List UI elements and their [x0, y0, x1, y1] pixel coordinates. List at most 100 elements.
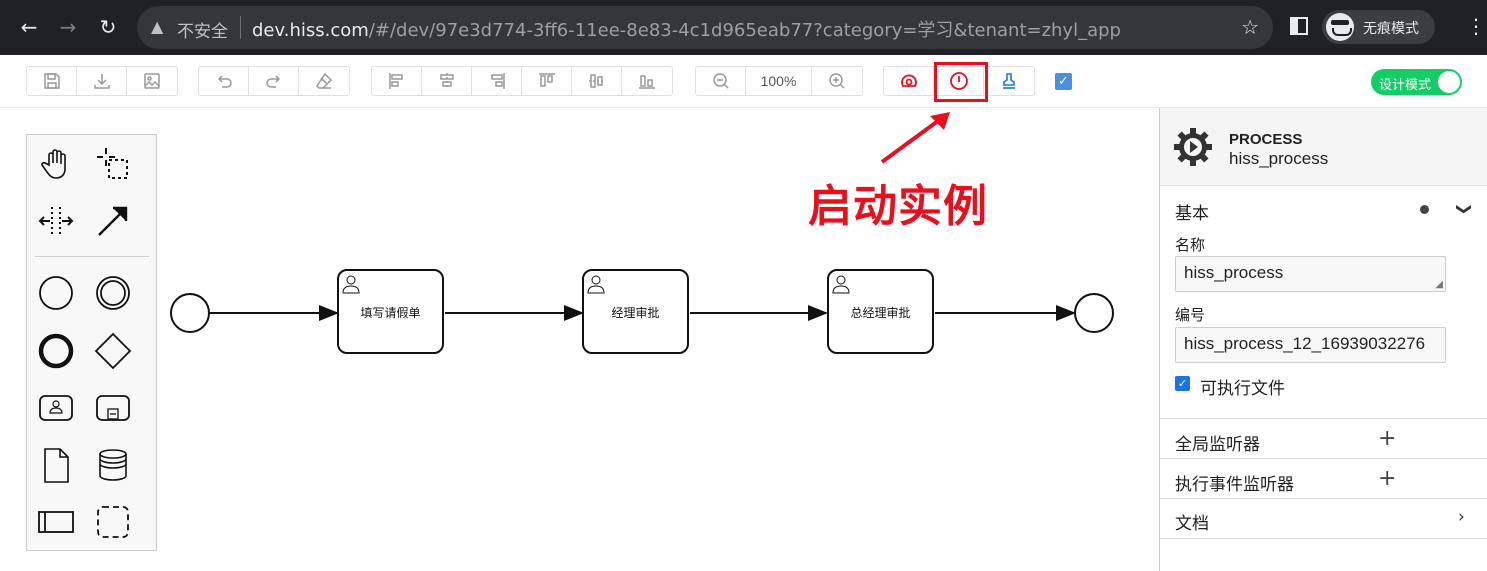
stamp-icon[interactable]: [984, 67, 1034, 95]
divider: [1160, 498, 1487, 499]
user-icon: [832, 275, 850, 294]
resize-handle-icon[interactable]: ◢: [1435, 279, 1443, 290]
align-right-icon[interactable]: [472, 67, 522, 95]
add-exec-listener-icon[interactable]: +: [1378, 466, 1396, 491]
chevron-down-icon[interactable]: ❯: [1455, 203, 1473, 216]
add-global-listener-icon[interactable]: +: [1378, 426, 1396, 451]
incognito-label: 无痕模式: [1363, 20, 1419, 36]
task-label: 经理审批: [611, 306, 660, 320]
annotation-label: 启动实例: [808, 182, 988, 231]
grid-checkbox[interactable]: ✓: [1055, 73, 1072, 90]
incognito-icon: [1326, 13, 1354, 41]
data-store-icon[interactable]: [93, 445, 133, 485]
eraser-icon[interactable]: [299, 67, 349, 95]
start-event[interactable]: [170, 293, 210, 333]
designer-toolbar: 100% ✓ 设计模式: [0, 55, 1487, 108]
end-event-icon[interactable]: [36, 331, 76, 371]
divider: [1160, 458, 1487, 459]
start-instance-highlight: [934, 62, 988, 102]
executable-label: 可执行文件: [1200, 379, 1285, 398]
connect-tool-icon[interactable]: [93, 201, 133, 241]
user-task-icon[interactable]: [36, 388, 76, 428]
image-icon[interactable]: [127, 67, 177, 95]
divider: [1160, 418, 1487, 419]
align-bottom-icon[interactable]: [622, 67, 672, 95]
id-label: 编号: [1175, 307, 1206, 324]
zoom-out-icon[interactable]: [696, 67, 746, 95]
divider: [240, 16, 241, 39]
bookmark-star-icon[interactable]: ☆: [1241, 15, 1259, 39]
divider: [1160, 538, 1487, 539]
file-group: [26, 66, 178, 96]
chevron-right-icon[interactable]: ›: [1458, 507, 1465, 527]
hand-tool-icon[interactable]: [36, 144, 76, 184]
name-value: hiss_process: [1184, 263, 1284, 282]
forward-icon[interactable]: →: [55, 14, 81, 40]
align-middle-icon[interactable]: [572, 67, 622, 95]
user-task[interactable]: 总经理审批: [827, 269, 934, 354]
element-name: hiss_process: [1229, 149, 1329, 168]
gateway-icon[interactable]: [93, 331, 133, 371]
undo-icon[interactable]: [199, 67, 249, 95]
user-icon: [342, 275, 360, 294]
id-field[interactable]: hiss_process_12_16939032276: [1175, 327, 1446, 363]
back-icon[interactable]: ←: [16, 14, 42, 40]
properties-panel: PROCESS hiss_process 基本 ❯ 名称 hiss_proces…: [1159, 108, 1487, 571]
panel-header: PROCESS hiss_process: [1160, 108, 1487, 186]
element-type: PROCESS: [1229, 131, 1303, 148]
design-mode-toggle[interactable]: 设计模式: [1371, 69, 1462, 95]
align-top-icon[interactable]: [522, 67, 572, 95]
intermediate-event-icon[interactable]: [93, 273, 133, 313]
docs-title[interactable]: 文档: [1175, 509, 1209, 534]
url-text[interactable]: dev.hiss.com/#/dev/97e3d774-3ff6-11ee-8e…: [252, 16, 1121, 42]
edit-group: [198, 66, 350, 96]
incognito-badge[interactable]: 无痕模式: [1322, 10, 1435, 44]
design-mode-label: 设计模式: [1379, 77, 1432, 92]
save-icon[interactable]: [27, 67, 77, 95]
basic-section-title[interactable]: 基本: [1175, 199, 1209, 224]
data-object-icon[interactable]: [36, 445, 76, 485]
exec-listeners-title[interactable]: 执行事件监听器: [1175, 470, 1294, 495]
name-label: 名称: [1175, 237, 1206, 254]
address-bar[interactable]: ▲ 不安全 dev.hiss.com/#/dev/97e3d774-3ff6-1…: [137, 6, 1273, 49]
zoom-group: 100%: [695, 66, 863, 96]
group-icon[interactable]: [93, 502, 133, 542]
global-listeners-title[interactable]: 全局监听器: [1175, 430, 1260, 455]
user-task[interactable]: 经理审批: [582, 269, 689, 354]
pool-icon[interactable]: [36, 502, 76, 542]
executable-checkbox[interactable]: ✓: [1175, 376, 1190, 391]
name-field[interactable]: hiss_process ◢: [1175, 256, 1446, 292]
redo-icon[interactable]: [249, 67, 299, 95]
zoom-level[interactable]: 100%: [746, 67, 812, 95]
palette-divider: [35, 256, 149, 257]
space-tool-icon[interactable]: [36, 201, 76, 241]
warning-icon[interactable]: ▲: [151, 17, 163, 36]
subprocess-icon[interactable]: [93, 388, 133, 428]
user-task[interactable]: 填写请假单: [337, 269, 444, 354]
start-event-icon[interactable]: [36, 273, 76, 313]
browser-toolbar: ← → ↻ ▲ 不安全 dev.hiss.com/#/dev/97e3d774-…: [0, 0, 1487, 55]
task-label: 填写请假单: [360, 306, 421, 320]
url-path: /#/dev/97e3d774-3ff6-11ee-8e83-4c1d965ea…: [368, 20, 1121, 41]
id-value: hiss_process_12_16939032276: [1184, 334, 1426, 353]
simulate-icon[interactable]: [884, 67, 934, 95]
user-icon: [587, 275, 605, 294]
tool-palette: [26, 134, 157, 551]
status-dot: [1420, 205, 1429, 214]
annotation-arrow: [880, 112, 950, 164]
process-gear-icon: [1174, 128, 1212, 166]
align-center-icon[interactable]: [422, 67, 472, 95]
browser-menu-icon[interactable]: ⋮: [1466, 14, 1486, 38]
align-group: [371, 66, 673, 96]
url-host: dev.hiss.com: [252, 20, 369, 41]
reload-icon[interactable]: ↻: [95, 14, 121, 40]
toggle-knob: [1438, 71, 1460, 93]
lasso-tool-icon[interactable]: [93, 144, 133, 184]
zoom-in-icon[interactable]: [812, 67, 862, 95]
align-left-icon[interactable]: [372, 67, 422, 95]
task-label: 总经理审批: [850, 306, 911, 320]
side-panel-icon[interactable]: [1290, 17, 1308, 35]
security-label[interactable]: 不安全: [177, 17, 228, 42]
download-icon[interactable]: [77, 67, 127, 95]
end-event[interactable]: [1074, 293, 1114, 333]
